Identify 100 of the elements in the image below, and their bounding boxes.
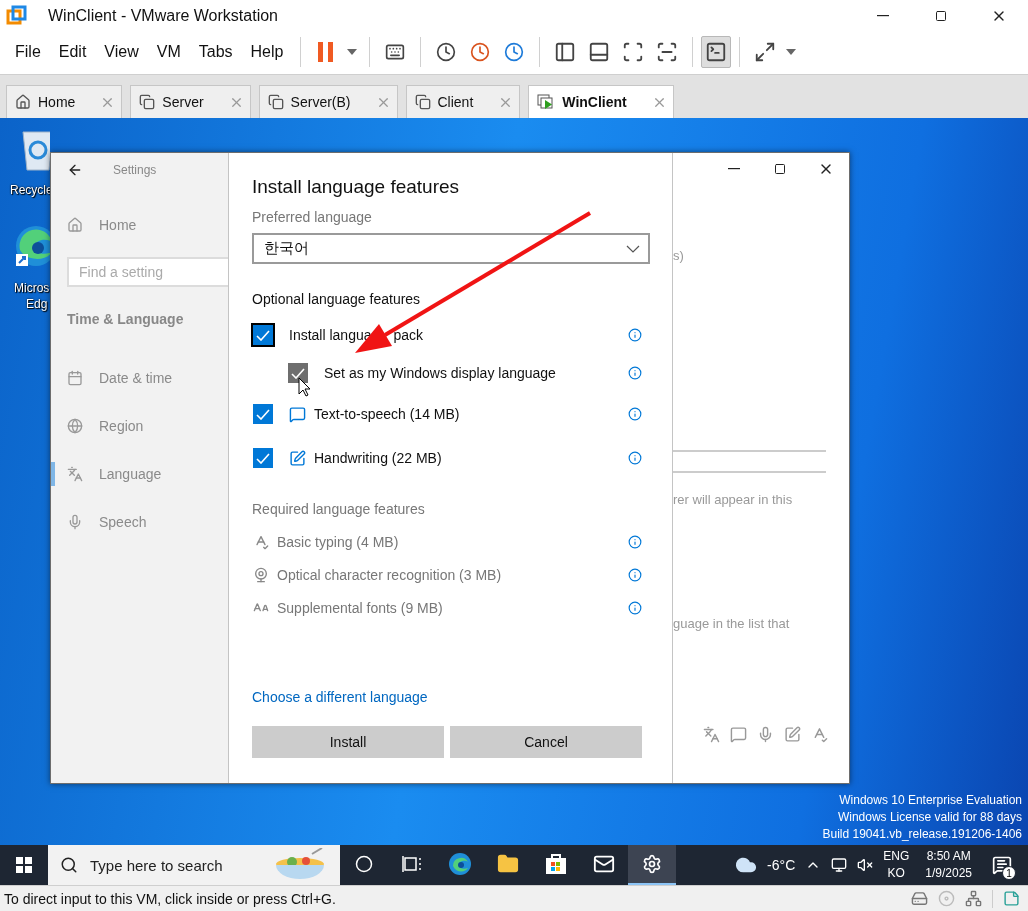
settings-icon (642, 854, 662, 874)
dialog-title: Install language features (252, 175, 461, 199)
checkbox[interactable] (253, 448, 273, 468)
clock-icon (470, 42, 491, 62)
expand-icon (754, 41, 777, 63)
recycle-bin-icon[interactable] (20, 128, 50, 172)
maximize-icon (935, 10, 947, 22)
info-icon[interactable] (628, 567, 642, 582)
task-view-icon (402, 855, 422, 873)
tab[interactable]: WinClient (528, 85, 674, 118)
section-heading: Required language features (252, 500, 426, 519)
network-icon[interactable] (831, 857, 848, 873)
note-icon[interactable] (1003, 890, 1020, 907)
info-icon[interactable] (628, 366, 642, 380)
circle-icon (355, 855, 373, 873)
mail-icon (593, 853, 615, 875)
icon-label: Edg (26, 296, 48, 312)
partial-text: rer will appear in this (673, 491, 794, 509)
microphone-icon (757, 726, 774, 743)
vm-icon (267, 94, 284, 110)
checkbox[interactable] (253, 404, 273, 424)
clock-time[interactable]: 8:50 AM (926, 848, 971, 865)
store-icon (545, 853, 567, 875)
menu-item[interactable]: VM (147, 43, 190, 61)
checkbox[interactable] (253, 325, 273, 345)
tab[interactable]: Server(B) (258, 85, 398, 118)
info-icon[interactable] (628, 534, 642, 549)
pause-icon (318, 42, 335, 62)
tab[interactable]: Home (6, 85, 123, 118)
cancel-button[interactable]: Cancel (450, 726, 642, 758)
folder-icon (497, 853, 519, 875)
webcam-icon (253, 566, 269, 583)
frame-icon (656, 41, 679, 63)
panel-icon (588, 41, 611, 63)
feature-label: Optical character recognition (3 MB) (277, 566, 503, 583)
search-field[interactable]: Find a setting (67, 257, 228, 287)
menu-item[interactable]: Help (241, 43, 293, 61)
info-icon[interactable] (628, 600, 642, 615)
tab[interactable]: Client (405, 85, 521, 118)
toolbar-button[interactable] (701, 36, 732, 68)
cursor-icon (298, 377, 311, 397)
menu-item[interactable]: Tabs (189, 43, 242, 61)
checkbox[interactable] (288, 363, 308, 383)
caret-icon (786, 49, 797, 55)
watermark-text: Build 19041.vb_release.191206-1406 (822, 826, 1022, 843)
search-box[interactable]: Type here to search (48, 845, 340, 885)
taskbar-app[interactable] (628, 845, 676, 885)
info-icon[interactable] (628, 451, 642, 465)
clock-date[interactable]: 1/9/2025 (925, 865, 972, 882)
volume-muted-icon[interactable] (857, 857, 874, 873)
menu-item[interactable]: File (6, 43, 50, 61)
partial-text: s) (673, 247, 685, 265)
maximize-icon (774, 163, 786, 175)
keyboard-icon (385, 42, 406, 62)
option-label: Text-to-speech (14 MB) (314, 406, 460, 422)
language-link[interactable]: Choose a different language (252, 687, 428, 707)
home-icon (15, 94, 31, 110)
minimize-icon (728, 168, 740, 170)
settings-title: Settings (113, 163, 157, 177)
menu-item[interactable]: View (95, 43, 148, 61)
app-logo-icon (6, 5, 28, 27)
panel-icon (554, 41, 577, 63)
icon-label: Micros (14, 280, 50, 296)
feature-label: Basic typing (4 MB) (277, 533, 400, 550)
windows-logo-icon (16, 857, 32, 873)
search-field[interactable]: Type here to search (88, 855, 258, 875)
feature-label: Supplemental fonts (9 MB) (277, 599, 444, 616)
window-title: WinClient - VMware Workstation (48, 7, 279, 25)
vm-running-icon (537, 94, 556, 110)
calendar-icon (67, 370, 83, 386)
notification-count: 1 (1002, 866, 1016, 880)
home-icon (67, 217, 83, 233)
vm-icon (414, 94, 431, 110)
tab[interactable]: Server (130, 85, 251, 118)
info-icon[interactable] (628, 407, 642, 421)
option-label: Set as my Windows display language (324, 365, 556, 381)
language-dropdown[interactable]: 한국어 (252, 233, 650, 264)
option-label: Install langua (289, 327, 372, 343)
option-label: Handwriting (22 MB) (314, 450, 442, 466)
language-icon (67, 466, 83, 482)
install-button[interactable]: Install (252, 726, 444, 758)
partial-text: guage in the list that (673, 615, 791, 633)
hard-drive-icon[interactable] (911, 890, 928, 907)
notification-button[interactable]: 1 (982, 845, 1022, 885)
watermark-text: Windows License valid for 88 days (837, 809, 1022, 826)
clock-icon (436, 42, 457, 62)
speech-bubble-icon (730, 726, 747, 743)
pen-icon (784, 726, 801, 743)
input-language[interactable]: ENG (883, 848, 910, 865)
clock-icon (504, 42, 525, 62)
vm-icon (139, 94, 156, 110)
back-icon[interactable] (67, 162, 83, 178)
input-mode[interactable]: KO (887, 865, 905, 882)
menu-item[interactable]: Edit (49, 43, 96, 61)
option-label: pack (393, 327, 424, 343)
status-text: To direct input to this VM, click inside or press Ctrl+G. (4, 890, 337, 907)
edge-icon (448, 852, 472, 876)
field-label: Preferred language (252, 208, 373, 227)
minimize-icon (877, 15, 889, 17)
info-icon[interactable] (628, 328, 642, 342)
